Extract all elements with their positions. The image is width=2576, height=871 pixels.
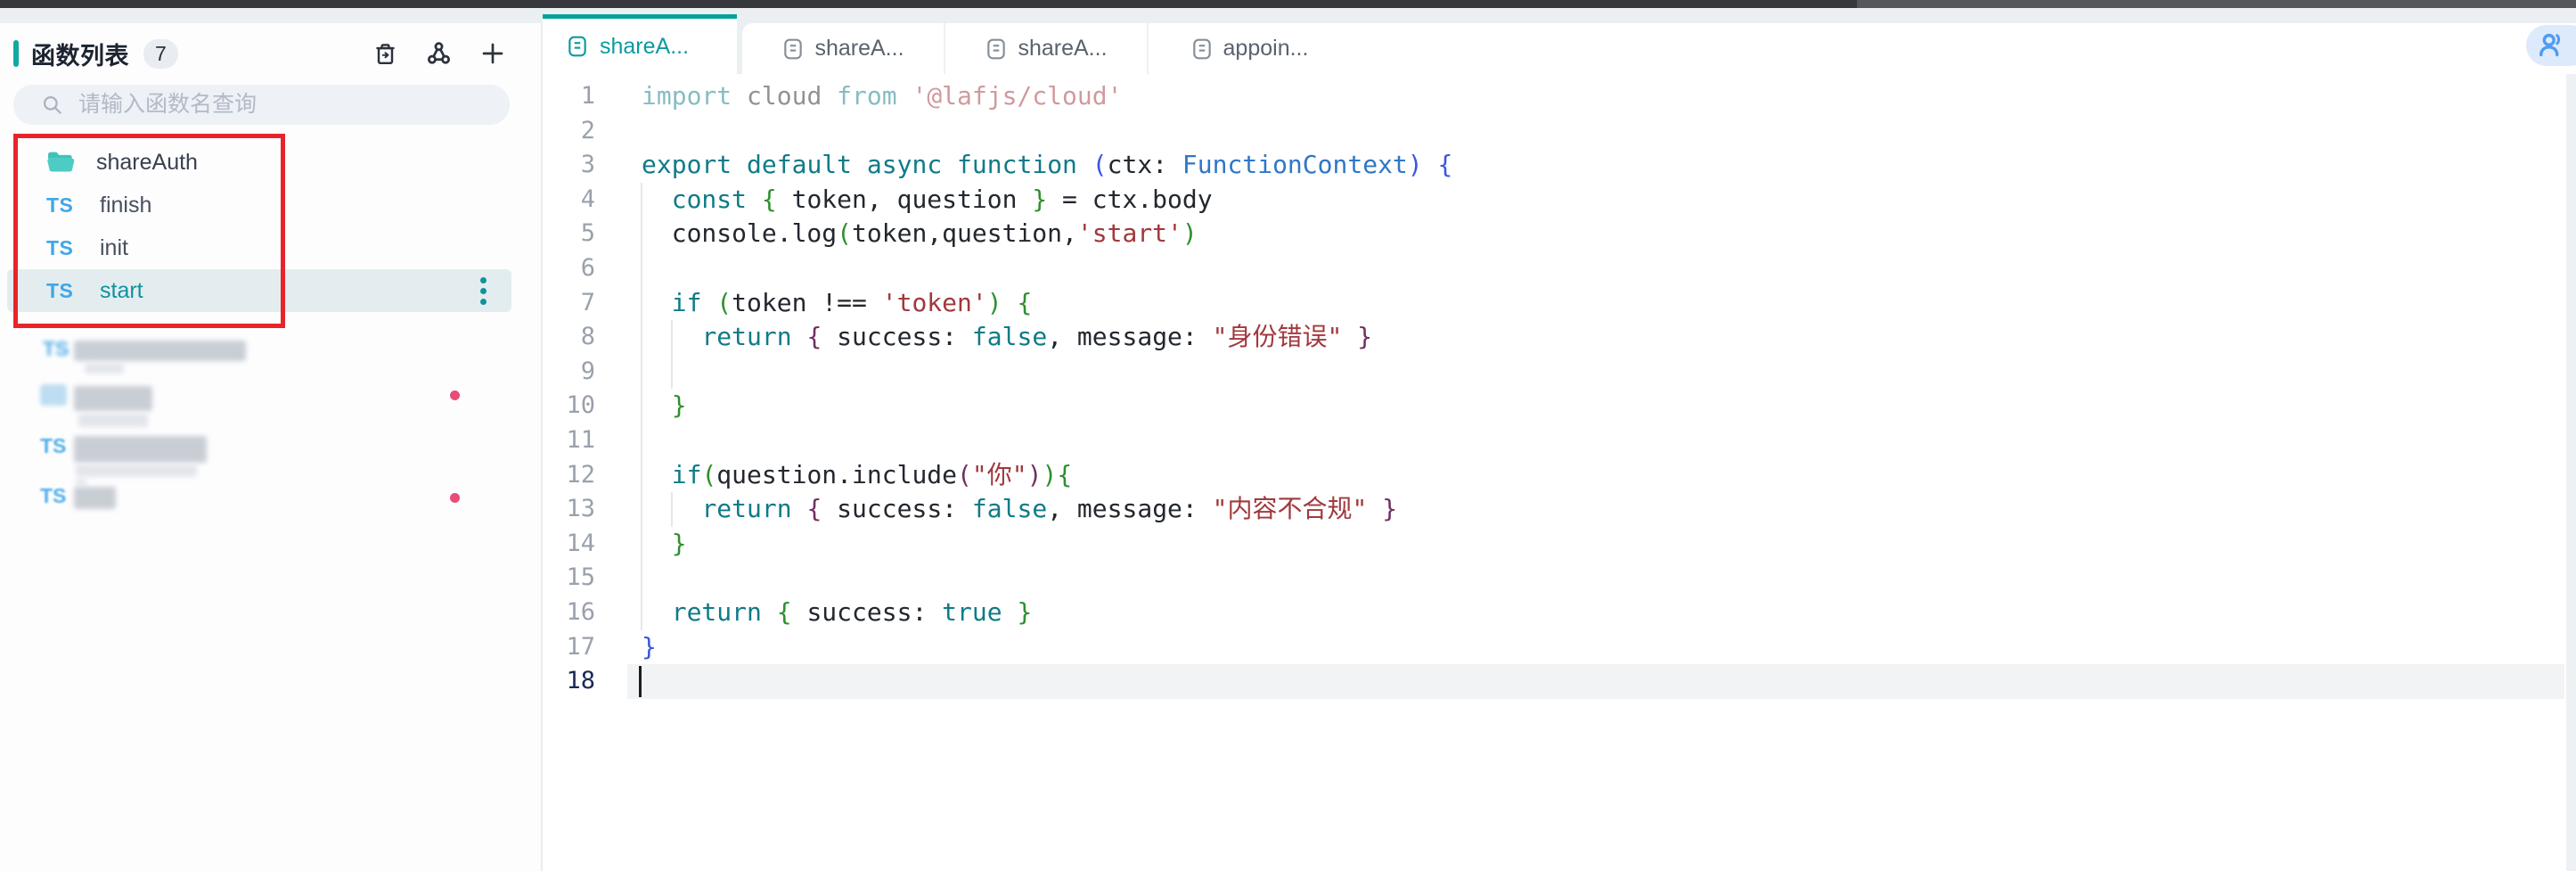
line-number: 8 <box>544 320 595 355</box>
line-number: 1 <box>544 79 595 114</box>
editor-scrollbar-track[interactable] <box>2566 74 2576 871</box>
tab-appoin-4[interactable]: appoin... <box>1149 23 1350 74</box>
text-cursor <box>639 666 642 697</box>
code-line-9[interactable] <box>642 355 2558 390</box>
code-line-11[interactable] <box>642 423 2558 458</box>
tab-label: shareA... <box>600 34 689 60</box>
line-number: 2 <box>544 114 595 149</box>
members-button[interactable] <box>2526 25 2576 66</box>
line-number: 12 <box>544 458 595 493</box>
window-top-bar-segment <box>1857 0 2576 8</box>
code-line-10[interactable]: } <box>642 389 2558 423</box>
line-number: 5 <box>544 217 595 251</box>
redacted-text <box>74 487 116 509</box>
redacted-text <box>76 464 197 477</box>
code-line-15[interactable] <box>642 561 2558 596</box>
document-icon <box>985 37 1008 61</box>
line-number: 10 <box>544 389 595 423</box>
code-line-17[interactable]: } <box>642 630 2558 665</box>
code-line-3[interactable]: export default async function (ctx: Func… <box>642 148 2558 183</box>
code-line-13[interactable]: return { success: false, message: "内容不合规… <box>642 492 2558 527</box>
typescript-icon: TS <box>43 337 69 361</box>
code-line-16[interactable]: return { success: true } <box>642 596 2558 630</box>
line-number: 14 <box>544 527 595 562</box>
typescript-icon: TS <box>40 434 66 458</box>
document-icon <box>781 37 805 61</box>
code-line-4[interactable]: const { token, question } = ctx.body <box>642 183 2558 218</box>
line-number: 3 <box>544 148 595 183</box>
editor-tab-bar: shareA... shareA...shareA...appoin... <box>543 8 2576 74</box>
code-editor[interactable]: 123456789101112131415161718 import cloud… <box>544 74 2576 871</box>
code-line-7[interactable]: if (token !== 'token') { <box>642 286 2558 321</box>
unsaved-changes-dot <box>450 390 460 400</box>
window-top-bar <box>0 0 2576 8</box>
line-number: 9 <box>544 355 595 390</box>
tab-sharea-2[interactable]: shareA... <box>742 23 945 74</box>
document-icon <box>566 35 589 58</box>
redacted-text <box>76 479 86 485</box>
typescript-icon: TS <box>40 484 66 508</box>
inactive-tabs-container: shareA...shareA...appoin... <box>742 23 2576 74</box>
code-line-6[interactable] <box>642 251 2558 286</box>
line-number: 6 <box>544 251 595 286</box>
user-icon <box>2535 29 2567 62</box>
code-line-14[interactable]: } <box>642 527 2558 562</box>
unsaved-changes-dot <box>450 493 460 503</box>
redacted-text <box>74 386 152 411</box>
line-number: 17 <box>544 630 595 665</box>
function-list-panel: 函数列表 7 <box>0 23 543 871</box>
code-line-2[interactable] <box>642 114 2558 149</box>
document-icon <box>1190 37 1214 61</box>
line-number: 13 <box>544 492 595 527</box>
code-line-5[interactable]: console.log(token,question,'start') <box>642 217 2558 251</box>
tab-shareauth-active[interactable]: shareA... <box>543 14 737 74</box>
line-number: 11 <box>544 423 595 458</box>
line-number: 4 <box>544 183 595 218</box>
code-line-12[interactable]: if(question.include("你")){ <box>642 458 2558 493</box>
redacted-text <box>78 414 148 427</box>
code-line-1[interactable]: import cloud from '@lafjs/cloud' <box>642 79 2558 114</box>
redacted-text <box>74 436 207 463</box>
code-content[interactable]: import cloud from '@lafjs/cloud' export d… <box>642 79 2558 699</box>
redacted-text <box>85 363 124 374</box>
redacted-icon <box>40 384 67 406</box>
redacted-text <box>74 341 246 361</box>
line-number-gutter: 123456789101112131415161718 <box>544 79 595 699</box>
line-number: 16 <box>544 596 595 630</box>
code-line-8[interactable]: return { success: false, message: "身份错误"… <box>642 320 2558 355</box>
line-number: 18 <box>544 664 595 699</box>
code-line-18[interactable] <box>642 664 2558 699</box>
line-number: 15 <box>544 561 595 596</box>
tab-sharea-3[interactable]: shareA... <box>945 23 1149 74</box>
redacted-function-rows: TS TS TS <box>0 23 543 871</box>
line-number: 7 <box>544 286 595 321</box>
